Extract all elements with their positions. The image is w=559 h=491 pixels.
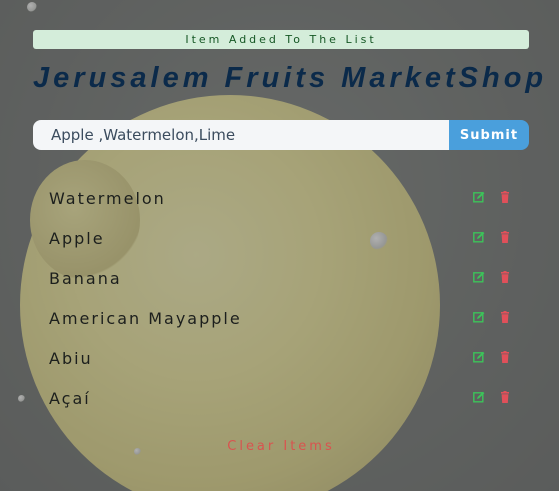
edit-icon[interactable] [473,231,485,243]
edit-icon[interactable] [473,351,485,363]
list-item: American Mayapple [33,298,529,338]
item-name: Banana [49,268,122,288]
edit-icon[interactable] [473,311,485,323]
edit-icon[interactable] [473,391,485,403]
trash-icon[interactable] [499,351,511,363]
trash-icon[interactable] [499,191,511,203]
edit-icon[interactable] [473,271,485,283]
item-name: Açaí [49,388,91,408]
item-name: Watermelon [49,188,166,208]
submit-button[interactable]: Submit [449,120,529,150]
item-name: Apple [49,228,105,248]
page-title: Jerusalem Fruits MarketShop [33,62,548,94]
trash-icon[interactable] [499,271,511,283]
item-name: American Mayapple [49,308,242,328]
list-item: Abiu [33,338,529,378]
alert-text: Item Added To The List [185,33,377,46]
grocery-app: Item Added To The List Jerusalem Fruits … [33,0,548,491]
add-item-form: Submit [33,120,529,150]
edit-icon[interactable] [473,191,485,203]
list-item: Watermelon [33,178,529,218]
item-input[interactable] [33,120,449,150]
list-item: Apple [33,218,529,258]
trash-icon[interactable] [499,391,511,403]
trash-icon[interactable] [499,311,511,323]
trash-icon[interactable] [499,231,511,243]
success-alert: Item Added To The List [33,30,529,49]
list-item: Açaí [33,378,529,418]
list-item: Banana [33,258,529,298]
item-name: Abiu [49,348,93,368]
item-list: Watermelon Apple Banana American Mayappl… [33,178,529,418]
clear-items-button[interactable]: Clear Items [33,438,529,455]
